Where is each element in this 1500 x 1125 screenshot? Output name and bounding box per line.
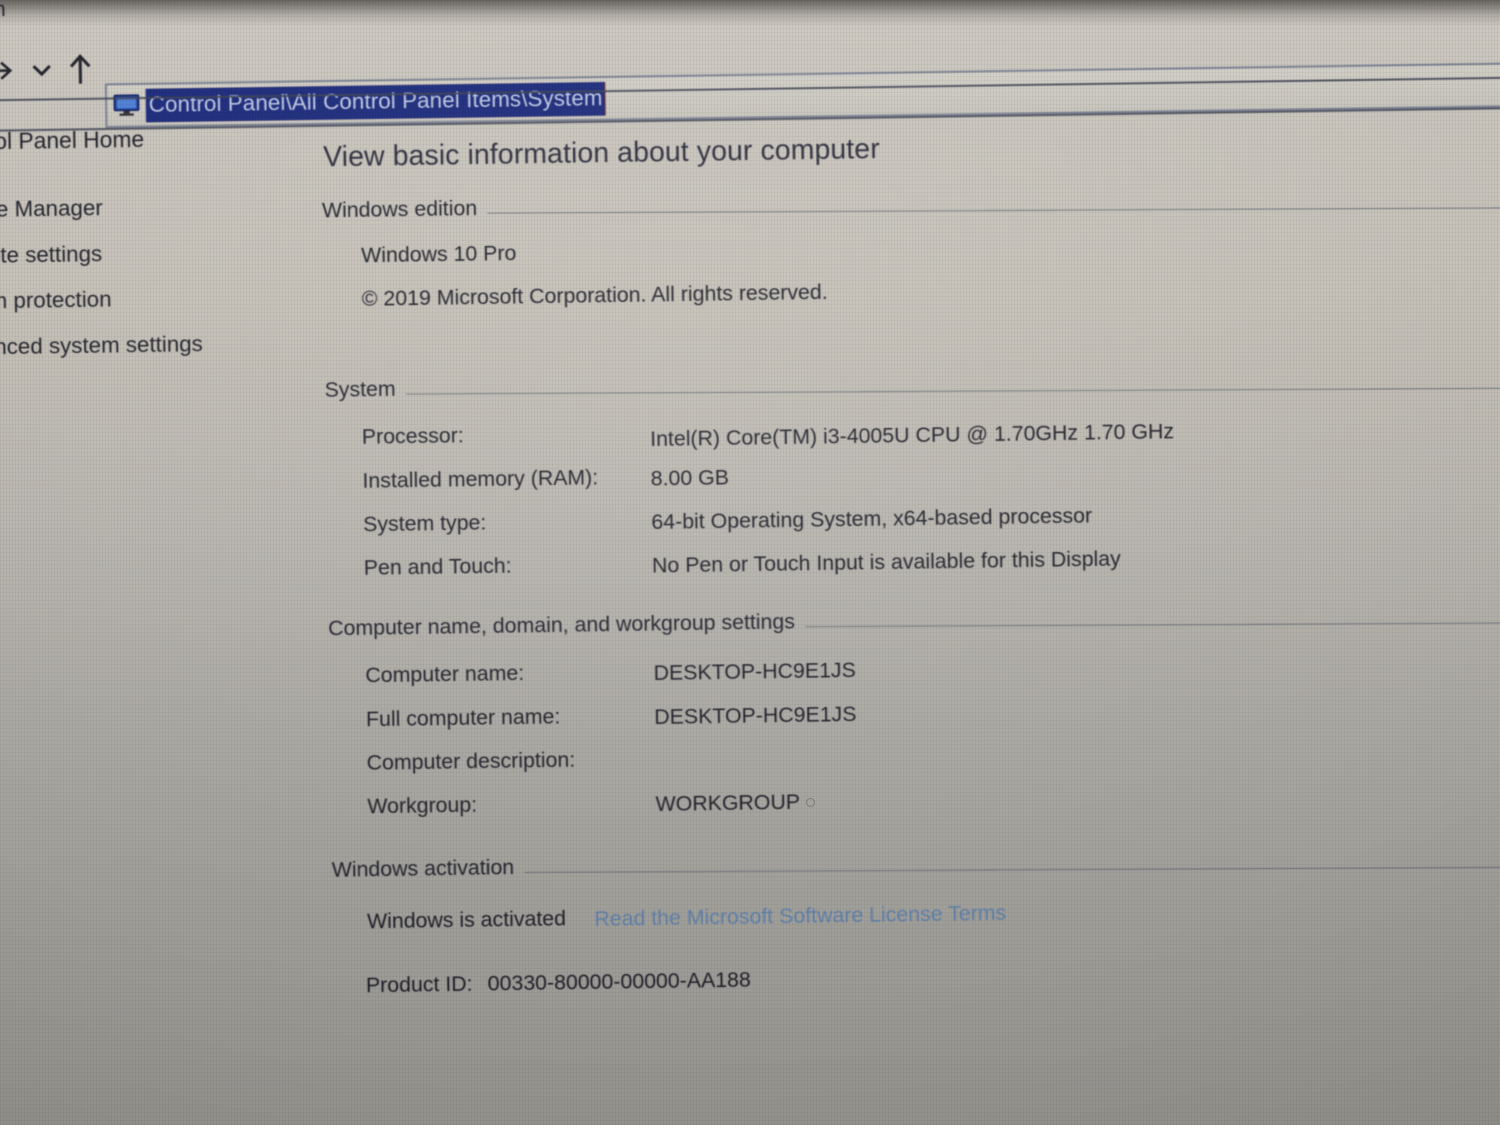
license-terms-link[interactable]: Read the Microsoft Software License Term… [594,901,1006,931]
full-computer-name-label: Full computer name: [365,704,561,732]
sidebar-item-label: vanced system settings [0,330,203,360]
sidebar-item-control-panel-home[interactable]: ntrol Panel Home [0,126,144,155]
section-rule [405,387,1500,395]
workgroup-value: WORKGROUP [655,790,801,817]
full-computer-name-value: DESKTOP-HC9E1JS [654,702,857,729]
section-header-computer-name: Computer name, domain, and workgroup set… [328,598,1500,642]
pen-and-touch-value: No Pen or Touch Input is available for t… [651,547,1121,578]
product-id-value: 00330-80000-00000-AA188 [487,968,751,996]
computer-name-value: DESKTOP-HC9E1JS [653,658,856,686]
section-header-system: System [324,360,1500,404]
section-computer-name: Computer name, domain, and workgroup set… [328,598,1500,839]
row-product-id: Product ID: 00330-80000-00000-AA188 [333,957,1500,1015]
activation-status-text: Windows is activated [366,906,567,934]
screen-photo: tem Control Panel\All Control Panel Item… [0,0,1500,1125]
computer-name-label: Computer name: [365,661,525,688]
section-title: Computer name, domain, and workgroup set… [327,610,796,641]
sidebar-item-system-protection[interactable]: tem protection [0,286,112,314]
system-control-panel-window: tem Control Panel\All Control Panel Item… [0,0,1500,1125]
section-title: System [324,377,396,402]
installed-memory-value: 8.00 GB [650,465,730,491]
arrow-up-icon[interactable] [62,49,99,90]
page-title: View basic information about your comput… [322,132,880,173]
section-header-windows-activation: Windows activation [332,840,1500,884]
sidebar-item-label: mote settings [0,240,103,269]
sidebar-item-label: ntrol Panel Home [0,126,145,155]
installed-memory-label: Installed memory (RAM): [362,465,599,493]
section-rule [805,622,1500,628]
windows-edition-value: Windows 10 Pro [360,241,517,268]
workgroup-label: Workgroup: [367,793,478,819]
section-windows-edition: Windows edition Windows 10 Pro © 2019 Mi… [322,180,1500,332]
monitor-icon [111,92,142,119]
system-type-label: System type: [362,511,487,537]
window-title: tem [0,0,7,22]
processor-label: Processor: [361,424,464,450]
sidebar-item-label: vice Manager [0,195,103,223]
section-windows-activation: Windows activation Windows is activated … [332,840,1500,1015]
computer-description-label: Computer description: [366,748,576,775]
sidebar-item-remote-settings[interactable]: mote settings [0,241,102,269]
pen-and-touch-label: Pen and Touch: [363,554,512,580]
arrow-right-icon[interactable] [0,50,20,91]
section-header-windows-edition: Windows edition [322,180,1500,224]
sidebar-item-label: tem protection [0,286,112,314]
processor-value: Intel(R) Core(TM) i3-4005U CPU @ 1.70GHz… [649,419,1175,451]
sidebar-item-advanced-system-settings[interactable]: vanced system settings [0,331,203,361]
address-bar-selection[interactable]: Control Panel\All Control Panel Items\Sy… [145,81,605,122]
product-id-label: Product ID: [365,972,473,998]
system-type-value: 64-bit Operating System, x64-based proce… [651,504,1093,535]
chevron-down-icon[interactable] [25,50,58,91]
row-activation-status: Windows is activated Read the Microsoft … [332,893,1500,954]
section-title: Windows activation [331,855,515,882]
section-title: Windows edition [321,196,478,223]
sidebar-item-device-manager[interactable]: vice Manager [0,195,103,223]
section-rule [487,207,1500,214]
section-rule [524,866,1500,873]
address-bar-text: Control Panel\All Control Panel Items\Sy… [148,85,603,118]
section-system: System Processor: Intel(R) Core(TM) i3-4… [324,360,1500,601]
